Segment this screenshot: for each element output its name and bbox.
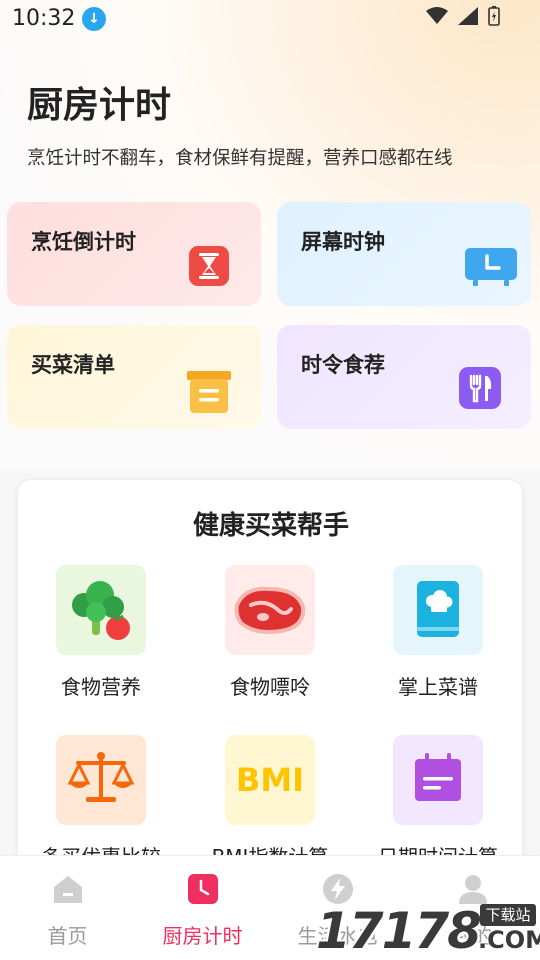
home-icon (54, 876, 82, 903)
tab-label: 厨房计时 (162, 924, 243, 948)
card-seasonal-food[interactable]: 时令食荐 (277, 325, 531, 429)
card-label: 买菜清单 (31, 353, 115, 377)
tab-kitchen-timer[interactable]: 厨房计时 (135, 856, 270, 960)
status-bar: 10:32 ↓ (0, 0, 540, 38)
card-label: 屏幕时钟 (301, 230, 385, 254)
site-watermark: 17178 .COM 下载站 (316, 900, 540, 960)
clock-screen-icon (465, 248, 517, 286)
status-time: 10:32 (12, 6, 76, 31)
bmi-badge-text: BMI (235, 761, 305, 799)
tool-bmi[interactable]: BMI BMI指数计算 (200, 735, 340, 870)
tab-home[interactable]: 首页 (0, 856, 135, 960)
recipe-book-icon (393, 565, 483, 655)
meat-icon (225, 565, 315, 655)
tool-label: 食物嘌呤 (230, 675, 310, 699)
signal-icon (458, 7, 478, 25)
timer-tab-icon (188, 874, 218, 904)
healthy-shopping-panel: 健康买菜帮手 食物营养 食物嘌呤 掌上菜谱 BMI (17, 479, 523, 899)
tool-food-nutrition[interactable]: 食物营养 (31, 565, 171, 700)
watermark-suffix: .COM (478, 926, 540, 954)
battery-icon (488, 6, 500, 26)
panel-title: 健康买菜帮手 (192, 511, 349, 541)
watermark-badge: 下载站 (480, 904, 536, 926)
tool-recipes[interactable]: 掌上菜谱 (368, 565, 508, 700)
broccoli-icon (56, 565, 146, 655)
tool-food-purine[interactable]: 食物嘌呤 (200, 565, 340, 700)
card-screen-clock[interactable]: 屏幕时钟 (277, 202, 531, 306)
tool-bulk-discount[interactable]: 多买优惠比较 (31, 735, 171, 870)
tool-date-calc[interactable]: 日期时间计算 (368, 735, 508, 870)
scale-icon (56, 735, 146, 825)
box-list-icon (187, 371, 231, 413)
page-title: 厨房计时 (27, 85, 172, 126)
calendar-icon (393, 735, 483, 825)
card-shopping-list[interactable]: 买菜清单 (7, 325, 261, 429)
hourglass-icon (189, 246, 229, 286)
fork-knife-icon (459, 367, 501, 409)
tool-label: 掌上菜谱 (398, 675, 478, 699)
page-subtitle: 烹饪计时不翻车，食材保鲜有提醒，营养口感都在线 (27, 148, 453, 169)
card-label: 烹饪倒计时 (31, 230, 136, 254)
wifi-icon (426, 7, 448, 24)
watermark-number: 17178 (316, 902, 482, 960)
card-cooking-countdown[interactable]: 烹饪倒计时 (7, 202, 261, 306)
tab-label: 首页 (47, 924, 88, 948)
bmi-icon: BMI (225, 735, 315, 825)
download-icon: ↓ (82, 7, 106, 31)
status-icons (426, 6, 500, 26)
card-label: 时令食荐 (301, 353, 385, 377)
tool-label: 食物营养 (61, 675, 141, 699)
